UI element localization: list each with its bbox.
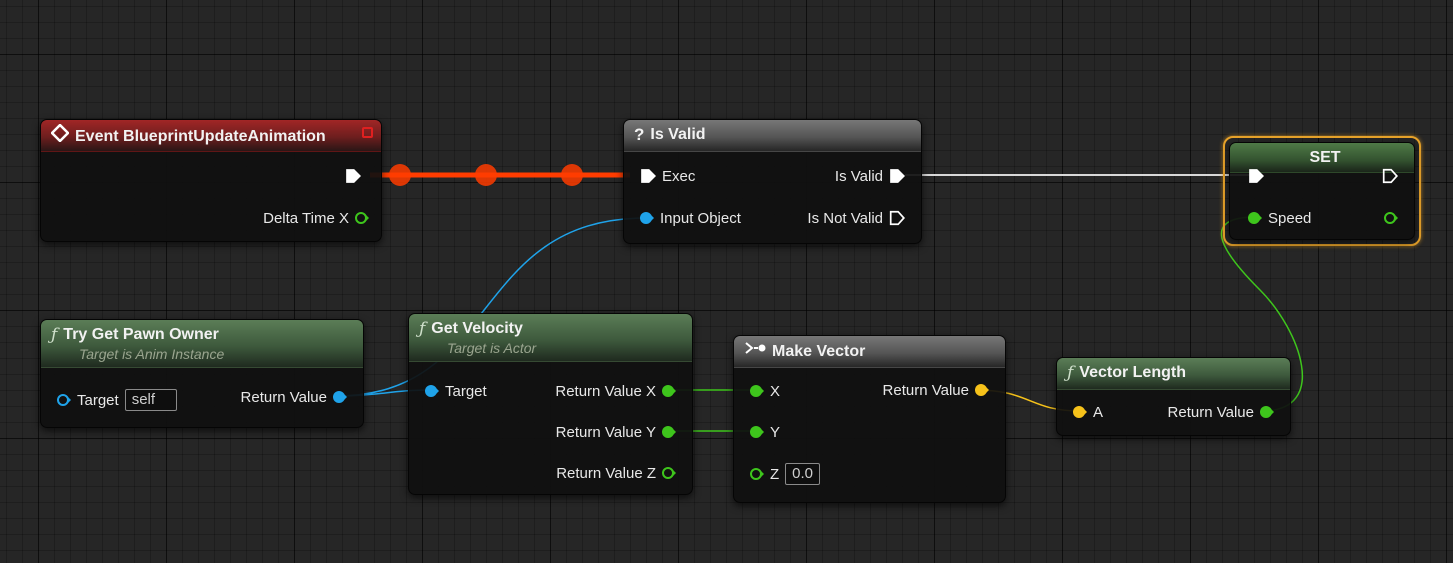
float-pin-icon[interactable] — [662, 425, 676, 439]
exec-wire-knot — [475, 164, 497, 186]
target-pin-row[interactable]: Target self — [57, 389, 177, 411]
is-valid-title: Is Valid — [650, 126, 706, 143]
set-title: SET — [1309, 149, 1341, 166]
event-exec-out[interactable] — [345, 165, 361, 187]
exec-in-pin-icon[interactable] — [640, 167, 656, 185]
try-get-pawn-owner-node[interactable]: ƒ Try Get Pawn Owner Target is Anim Inst… — [40, 319, 364, 428]
is-not-valid-label: Is Not Valid — [807, 209, 883, 227]
set-exec-in[interactable] — [1248, 165, 1264, 187]
exec-wire-knot — [561, 164, 583, 186]
exec-in-pin-icon[interactable] — [1248, 167, 1264, 185]
event-node[interactable]: Event BlueprintUpdateAnimation Delta Tim… — [40, 119, 382, 242]
z-label: Z — [770, 465, 780, 483]
is-valid-node[interactable]: ? Is Valid Exec Input Object Is Valid Is… — [623, 119, 922, 244]
float-pin-icon[interactable] — [1384, 211, 1398, 225]
float-pin-icon[interactable] — [750, 425, 764, 439]
float-pin-icon[interactable] — [355, 211, 369, 225]
velocity-target-pin-row[interactable]: Target — [425, 380, 487, 402]
return-y-label: Return Value Y — [555, 423, 656, 441]
y-pin-row[interactable]: Y — [750, 421, 780, 443]
z-pin-row[interactable]: Z 0.0 — [750, 463, 821, 485]
velocity-target-label: Target — [445, 382, 487, 400]
speed-out-pin[interactable] — [1384, 207, 1398, 229]
is-valid-out-label: Is Valid — [834, 167, 883, 185]
return-y-pin-row[interactable]: Return Value Y — [556, 421, 676, 443]
x-pin-row[interactable]: X — [750, 380, 780, 402]
set-exec-out[interactable] — [1382, 165, 1398, 187]
get-velocity-node[interactable]: ƒ Get Velocity Target is Actor Target Re… — [408, 313, 693, 495]
exec-out-pin-icon[interactable] — [345, 167, 361, 185]
object-pin-icon[interactable] — [640, 211, 654, 225]
function-f-icon: ƒ — [1067, 363, 1074, 383]
a-pin-row[interactable]: A — [1073, 401, 1103, 423]
make-vector-node[interactable]: Make Vector X Y Z 0.0 Return Value — [733, 335, 1006, 503]
vector-return-pin-row[interactable]: Return Value — [883, 379, 989, 401]
exec-out-pin-icon[interactable] — [889, 167, 905, 185]
object-pin-icon[interactable] — [57, 393, 71, 407]
speed-pin-row[interactable]: Speed — [1248, 207, 1311, 229]
event-title: Event BlueprintUpdateAnimation — [75, 127, 326, 145]
input-object-label: Input Object — [660, 209, 741, 227]
try-get-pawn-title: Try Get Pawn Owner — [63, 326, 219, 343]
question-mark-icon: ? — [634, 125, 645, 144]
try-get-pawn-subtitle: Target is Anim Instance — [79, 346, 225, 362]
float-pin-icon[interactable] — [662, 384, 676, 398]
wires-layer — [335, 164, 1303, 432]
make-vector-title: Make Vector — [772, 342, 866, 360]
delta-time-label: Delta Time X — [263, 209, 349, 227]
is-not-valid-out-row[interactable]: Is Not Valid — [807, 207, 905, 229]
return-x-label: Return Value X — [555, 382, 656, 400]
get-velocity-subtitle: Target is Actor — [447, 340, 537, 356]
return-value-label: Return Value — [240, 388, 327, 406]
z-value-field[interactable]: 0.0 — [785, 463, 821, 485]
float-pin-icon[interactable] — [750, 384, 764, 398]
vector-length-title: Vector Length — [1079, 364, 1186, 381]
float-pin-icon[interactable] — [1260, 405, 1274, 419]
exec-out-pin-empty-icon[interactable] — [1382, 167, 1398, 185]
float-pin-icon[interactable] — [1248, 211, 1262, 225]
y-label: Y — [770, 423, 781, 441]
object-pin-icon[interactable] — [333, 390, 347, 404]
vector-return-label: Return Value — [882, 381, 969, 399]
float-pin-icon[interactable] — [662, 466, 676, 480]
get-velocity-title: Get Velocity — [431, 320, 523, 337]
return-value-pin-row[interactable]: Return Value — [241, 386, 347, 408]
target-label: Target — [77, 391, 119, 409]
length-return-pin-row[interactable]: Return Value — [1168, 401, 1274, 423]
vector-pin-icon[interactable] — [975, 383, 989, 397]
a-label: A — [1093, 403, 1104, 421]
breakpoint-icon[interactable] — [362, 127, 373, 138]
function-f-icon: ƒ — [419, 319, 426, 339]
exec-in-pin-row[interactable]: Exec — [640, 165, 695, 187]
make-struct-icon — [744, 340, 766, 363]
return-z-label: Return Value Z — [556, 464, 656, 482]
is-valid-out-row[interactable]: Is Valid — [835, 165, 905, 187]
exec-out-pin-empty-icon[interactable] — [889, 209, 905, 227]
vector-length-node[interactable]: ƒ Vector Length A Return Value — [1056, 357, 1291, 436]
speed-label: Speed — [1268, 209, 1312, 227]
vector-pin-icon[interactable] — [1073, 405, 1087, 419]
target-self-field[interactable]: self — [124, 389, 177, 411]
function-f-icon: ƒ — [51, 325, 58, 345]
delta-time-pin-row[interactable]: Delta Time X — [263, 207, 369, 229]
exec-wire-knot — [389, 164, 411, 186]
object-pin-icon[interactable] — [425, 384, 439, 398]
length-return-label: Return Value — [1167, 403, 1254, 421]
event-diamond-icon — [50, 123, 70, 149]
set-node[interactable]: SET Speed — [1229, 142, 1415, 240]
input-object-pin-row[interactable]: Input Object — [640, 207, 741, 229]
exec-label: Exec — [662, 167, 696, 185]
return-x-pin-row[interactable]: Return Value X — [555, 380, 676, 402]
float-pin-icon[interactable] — [750, 467, 764, 481]
x-label: X — [770, 382, 781, 400]
return-z-pin-row[interactable]: Return Value Z — [556, 462, 676, 484]
